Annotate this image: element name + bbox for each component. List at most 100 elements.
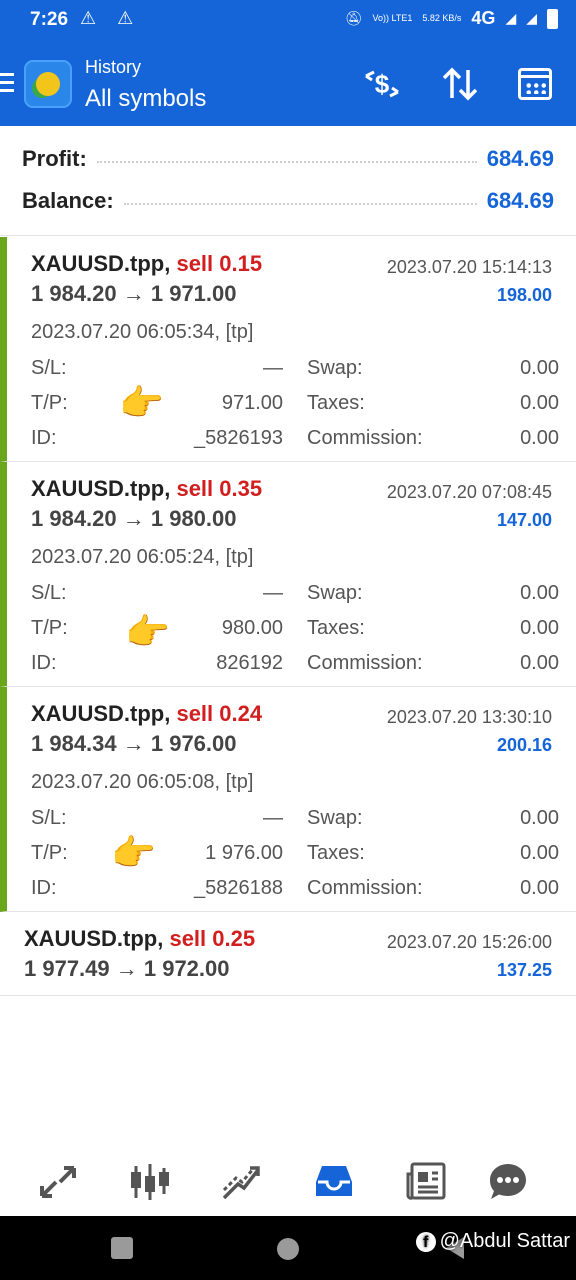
pointing-hand-icon: 👉 [125, 611, 170, 652]
swap-label: Swap: [307, 357, 363, 379]
trade-details: S/L: — Swap: 0.00 T/P: 971.00 Taxes: 0.00 ID: _… [31, 357, 559, 462]
quotes-icon[interactable] [36, 1160, 80, 1204]
dotted-leader [96, 155, 477, 163]
status-time: 7:26 [30, 9, 69, 30]
signal-icon-2: ◢ [526, 10, 537, 26]
trade-symbol: XAUUSD.tpp, sell 0.15 [31, 251, 263, 276]
id-value: _5826193 [194, 427, 283, 449]
page-title[interactable]: All symbols [85, 85, 206, 113]
tp-label: T/P: [31, 842, 68, 864]
trade-open-time: 2023.07.20 06:05:08, [tp] [31, 771, 254, 793]
tp-value: 971.00 [221, 392, 283, 414]
sl-value: — [263, 357, 283, 379]
watermark: f @Abdul Sattar [415, 1230, 570, 1253]
swap-label: Swap: [307, 807, 363, 829]
pointing-hand-icon: 👉 [111, 832, 156, 873]
profit-row: Profit: 684.69 [22, 141, 554, 177]
trade-icon[interactable] [220, 1160, 264, 1204]
trade-side: sell 0.35 [176, 476, 263, 501]
pointing-hand-icon: 👉 [119, 382, 164, 423]
calendar-icon[interactable] [514, 62, 558, 106]
swap-value: 0.00 [520, 357, 559, 379]
network-speed: 5.82 KB/s [422, 13, 462, 23]
trade-details: S/L: — Swap: 0.00 T/P: 980.00 Taxes: 0.00 ID: 8… [31, 582, 559, 687]
home-button[interactable] [277, 1238, 299, 1260]
taxes-value: 0.00 [520, 392, 559, 414]
taxes-label: Taxes: [307, 617, 365, 639]
id-label: ID: [31, 427, 57, 449]
commission-value: 0.00 [520, 877, 559, 899]
dollar-exchange-icon[interactable]: $ [360, 62, 404, 106]
chart-candles-icon[interactable] [128, 1160, 172, 1204]
trade-prices: 1 984.34 → 1 976.00 [31, 731, 237, 756]
status-bar: 7:26 ⚠ ⚠ 🔕︎ Vo)) LTE1 5.82 KB/s 4G ◢ ◢ [0, 0, 576, 40]
tp-label: T/P: [31, 617, 68, 639]
balance-value: 684.69 [486, 188, 554, 213]
commission-label: Commission: [307, 427, 423, 449]
sl-value: — [263, 807, 283, 829]
trade-prices: 1 977.49 → 1 972.00 [24, 956, 230, 981]
trade-profit: 198.00 [496, 285, 552, 305]
facebook-icon: f [415, 1231, 436, 1252]
trade-close-time: 2023.07.20 15:14:13 [386, 257, 552, 277]
swap-value: 0.00 [520, 807, 559, 829]
trade-open-time: 2023.07.20 06:05:34, [tp] [31, 321, 254, 343]
tp-value: 1 976.00 [205, 842, 283, 864]
trade-symbol: XAUUSD.tpp, sell 0.24 [31, 701, 263, 726]
trade-prices: 1 984.20 → 1 971.00 [31, 281, 237, 306]
id-label: ID: [31, 877, 57, 899]
trade-symbol: XAUUSD.tpp, sell 0.25 [24, 926, 256, 951]
status-system-icons: 🔕︎ Vo)) LTE1 5.82 KB/s 4G ◢ ◢ [345, 8, 558, 29]
swap-value: 0.00 [520, 582, 559, 604]
app-logo [24, 60, 72, 108]
trade-item[interactable]: XAUUSD.tpp, sell 0.24 2023.07.20 13:30:1… [0, 687, 576, 912]
history-icon[interactable] [312, 1160, 356, 1204]
volte-indicator: Vo)) LTE1 [372, 13, 413, 23]
swap-label: Swap: [307, 582, 363, 604]
taxes-label: Taxes: [307, 842, 365, 864]
watermark-text: @Abdul Sattar [439, 1230, 570, 1252]
taxes-label: Taxes: [307, 392, 365, 414]
commission-label: Commission: [307, 652, 423, 674]
commission-value: 0.00 [520, 652, 559, 674]
balance-row: Balance: 684.69 [22, 183, 554, 219]
sl-value: — [263, 582, 283, 604]
sort-arrows-icon[interactable] [438, 62, 482, 106]
bottom-navigation [0, 1148, 576, 1214]
trade-close-time: 2023.07.20 13:30:10 [386, 707, 552, 727]
commission-label: Commission: [307, 877, 423, 899]
trade-profit: 137.25 [496, 960, 552, 980]
id-value: 826192 [216, 652, 283, 674]
trade-side: sell 0.24 [176, 701, 263, 726]
trade-prices: 1 984.20 → 1 980.00 [31, 506, 237, 531]
mute-icon: 🔕︎ [344, 10, 363, 26]
svg-text:$: $ [375, 69, 390, 99]
trade-open-time: 2023.07.20 06:05:24, [tp] [31, 546, 254, 568]
trade-item[interactable]: XAUUSD.tpp, sell 0.15 2023.07.20 15:14:1… [0, 237, 576, 462]
trade-item[interactable]: XAUUSD.tpp, sell 0.25 2023.07.20 15:26:0… [0, 912, 576, 996]
trade-item[interactable]: XAUUSD.tpp, sell 0.35 2023.07.20 07:08:4… [0, 462, 576, 687]
trade-side: sell 0.15 [176, 251, 263, 276]
chat-icon[interactable] [486, 1160, 530, 1204]
tp-label: T/P: [31, 392, 68, 414]
battery-icon [547, 8, 558, 29]
commission-value: 0.00 [520, 427, 559, 449]
trade-side: sell 0.25 [169, 926, 256, 951]
sl-label: S/L: [31, 582, 67, 604]
app-bar: History All symbols $ [0, 40, 576, 126]
id-value: _5826188 [194, 877, 283, 899]
taxes-value: 0.00 [520, 842, 559, 864]
trade-close-time: 2023.07.20 07:08:45 [386, 482, 552, 502]
menu-icon[interactable] [0, 73, 14, 93]
tp-value: 980.00 [221, 617, 283, 639]
network-type: 4G [471, 8, 496, 28]
balance-label: Balance: [22, 188, 114, 213]
trade-close-time: 2023.07.20 15:26:00 [386, 932, 552, 952]
page-subtitle: History [85, 57, 142, 77]
history-summary: Profit: 684.69 Balance: 684.69 [0, 126, 576, 236]
id-label: ID: [31, 652, 57, 674]
trade-symbol: XAUUSD.tpp, sell 0.35 [31, 476, 263, 501]
taxes-value: 0.00 [520, 617, 559, 639]
recents-button[interactable] [111, 1237, 133, 1259]
news-icon[interactable] [404, 1160, 448, 1204]
